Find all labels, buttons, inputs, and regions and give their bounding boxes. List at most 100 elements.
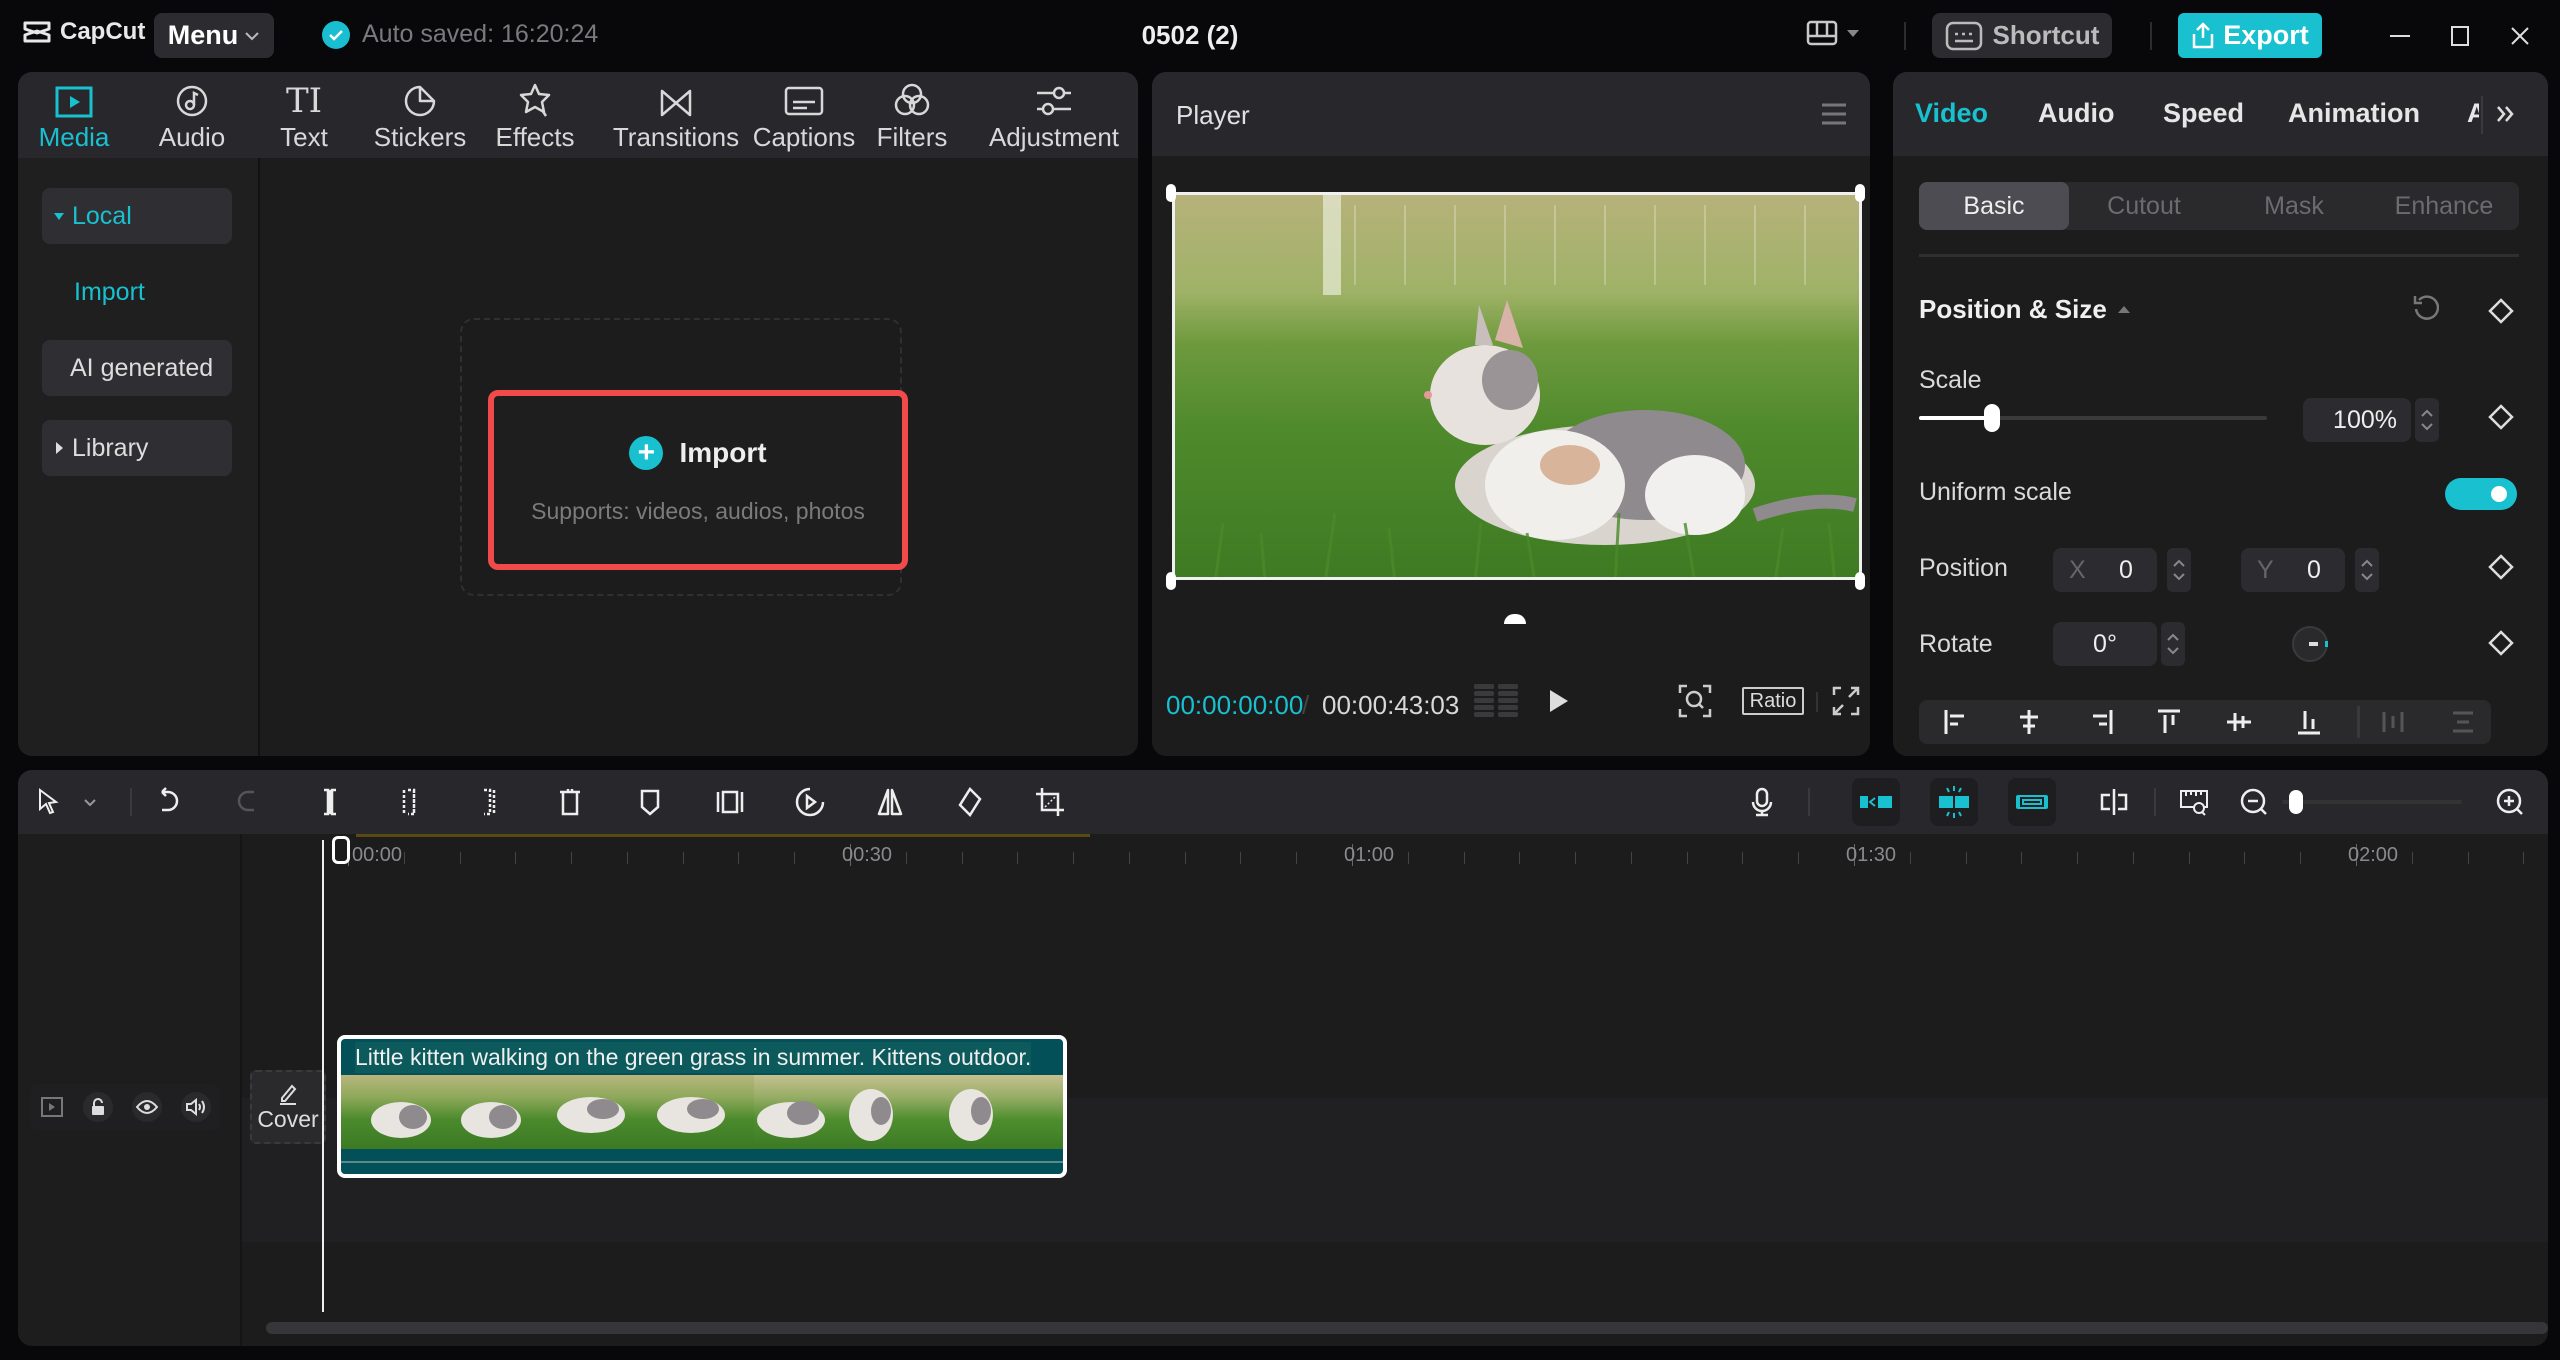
subtab-basic[interactable]: Basic <box>1919 182 2069 230</box>
layout-button[interactable] <box>1806 20 1860 46</box>
tab-filters[interactable]: Filters <box>864 80 960 153</box>
redo-icon[interactable] <box>232 786 264 818</box>
sidebar-item-import[interactable]: Import <box>42 264 232 320</box>
scale-input[interactable]: 100% <box>2303 398 2411 442</box>
scale-slider[interactable] <box>1919 404 2267 432</box>
zoom-fit-icon[interactable] <box>1678 684 1712 718</box>
tab-stickers[interactable]: Stickers <box>370 80 470 153</box>
undo-icon[interactable] <box>152 786 184 818</box>
more-tabs-icon[interactable] <box>2495 104 2515 124</box>
freeze-frame-icon[interactable] <box>714 786 746 818</box>
reverse-play-icon[interactable] <box>794 786 826 818</box>
hamburger-menu-icon[interactable] <box>1820 102 1848 126</box>
align-center-v-icon[interactable] <box>2225 708 2253 736</box>
tab-video[interactable]: Video <box>1915 98 1988 129</box>
ratio-button[interactable]: Ratio <box>1742 687 1804 715</box>
zoom-out-icon[interactable] <box>2238 786 2270 818</box>
position-y-stepper[interactable] <box>2355 548 2379 592</box>
shortcut-button[interactable]: Shortcut <box>1932 13 2112 58</box>
tab-speed[interactable]: Speed <box>2163 98 2244 129</box>
resize-handle[interactable] <box>1166 572 1176 590</box>
minimize-button[interactable] <box>2380 18 2420 54</box>
playhead[interactable] <box>322 840 324 1312</box>
hide-track-button[interactable] <box>131 1092 162 1122</box>
keyframe-button[interactable] <box>2479 402 2523 432</box>
linkage-button[interactable] <box>2008 778 2056 826</box>
uniform-scale-toggle[interactable] <box>2445 478 2517 510</box>
distribute-vertical-icon[interactable] <box>2449 708 2477 736</box>
video-clip[interactable]: Little kitten walking on the green grass… <box>337 1035 1067 1178</box>
export-button[interactable]: Export <box>2178 13 2322 58</box>
fullscreen-icon[interactable] <box>1832 686 1860 716</box>
align-left-icon[interactable] <box>1943 708 1971 736</box>
lock-track-button[interactable] <box>82 1092 113 1122</box>
horizontal-scrollbar[interactable] <box>266 1322 2548 1334</box>
subtab-cutout[interactable]: Cutout <box>2069 182 2219 230</box>
sidebar-item-local[interactable]: Local <box>42 188 232 244</box>
distribute-horizontal-icon[interactable] <box>2379 708 2407 736</box>
close-button[interactable] <box>2500 18 2540 54</box>
zoom-in-icon[interactable] <box>2494 786 2526 818</box>
keyframe-button[interactable] <box>2479 628 2523 658</box>
position-x-input[interactable]: X 0 <box>2053 548 2157 592</box>
tab-media[interactable]: Media <box>38 80 110 153</box>
rotate-stepper[interactable] <box>2161 622 2185 666</box>
tab-captions[interactable]: Captions <box>734 80 874 153</box>
scale-stepper[interactable] <box>2415 398 2439 442</box>
keyframe-button[interactable] <box>2479 296 2523 326</box>
play-icon[interactable] <box>1548 688 1570 714</box>
timeline-zoom-thumb[interactable] <box>2289 790 2304 814</box>
tab-truncated[interactable]: A <box>2467 98 2479 129</box>
resize-handle[interactable] <box>1166 184 1176 202</box>
sidebar-item-ai-generated[interactable]: AI generated <box>42 340 232 396</box>
select-pointer-icon[interactable] <box>32 786 64 818</box>
main-track-magnet-button[interactable] <box>1852 778 1900 826</box>
mute-track-button[interactable] <box>180 1092 211 1122</box>
chevron-down-icon[interactable] <box>82 786 98 818</box>
microphone-icon[interactable] <box>1746 786 1778 818</box>
timeline-zoom-slider[interactable] <box>2282 790 2462 814</box>
subtab-mask[interactable]: Mask <box>2219 182 2369 230</box>
keyframe-button[interactable] <box>2479 552 2523 582</box>
crop-icon[interactable] <box>1034 786 1066 818</box>
video-preview[interactable] <box>1172 192 1862 580</box>
align-bottom-icon[interactable] <box>2295 708 2323 736</box>
rotate-handle[interactable] <box>1504 614 1526 624</box>
marker-icon[interactable] <box>634 786 666 818</box>
import-button[interactable]: + Import Supports: videos, audios, photo… <box>488 390 908 570</box>
subtab-enhance[interactable]: Enhance <box>2369 182 2519 230</box>
section-position-size[interactable]: Position & Size <box>1919 294 2131 325</box>
playhead-handle[interactable] <box>332 836 350 864</box>
snap-button[interactable] <box>1930 778 1978 826</box>
tab-audio[interactable]: Audio <box>152 80 232 153</box>
track-video-icon[interactable] <box>40 1096 64 1118</box>
rotate-input[interactable]: 0° <box>2053 622 2157 666</box>
tab-audio[interactable]: Audio <box>2038 98 2114 129</box>
mirror-icon[interactable] <box>874 786 906 818</box>
position-y-input[interactable]: Y 0 <box>2241 548 2345 592</box>
align-center-h-icon[interactable] <box>2015 708 2043 736</box>
cover-button[interactable]: Cover <box>250 1070 326 1144</box>
resize-handle[interactable] <box>1855 572 1865 590</box>
maximize-button[interactable] <box>2440 18 2480 54</box>
trim-left-icon[interactable] <box>394 786 426 818</box>
tab-adjustment[interactable]: Adjustment <box>968 80 1138 153</box>
rotation-dial[interactable] <box>2291 624 2329 664</box>
tab-text[interactable]: TI Text <box>272 80 336 153</box>
reset-icon[interactable] <box>2411 294 2439 324</box>
split-screen-icon[interactable] <box>2098 786 2130 818</box>
rotate-icon[interactable] <box>954 786 986 818</box>
align-right-icon[interactable] <box>2087 708 2115 736</box>
align-top-icon[interactable] <box>2155 708 2183 736</box>
preview-axis-icon[interactable] <box>2178 786 2210 818</box>
resize-handle[interactable] <box>1855 184 1865 202</box>
trim-right-icon[interactable] <box>474 786 506 818</box>
tab-animation[interactable]: Animation <box>2288 98 2420 129</box>
position-x-stepper[interactable] <box>2167 548 2191 592</box>
sidebar-item-library[interactable]: Library <box>42 420 232 476</box>
tab-transitions[interactable]: Transitions <box>596 80 756 153</box>
tab-effects[interactable]: Effects <box>488 80 582 153</box>
split-icon[interactable] <box>314 786 346 818</box>
menu-button[interactable]: Menu <box>154 13 274 58</box>
scale-slider-thumb[interactable] <box>1984 404 2001 432</box>
